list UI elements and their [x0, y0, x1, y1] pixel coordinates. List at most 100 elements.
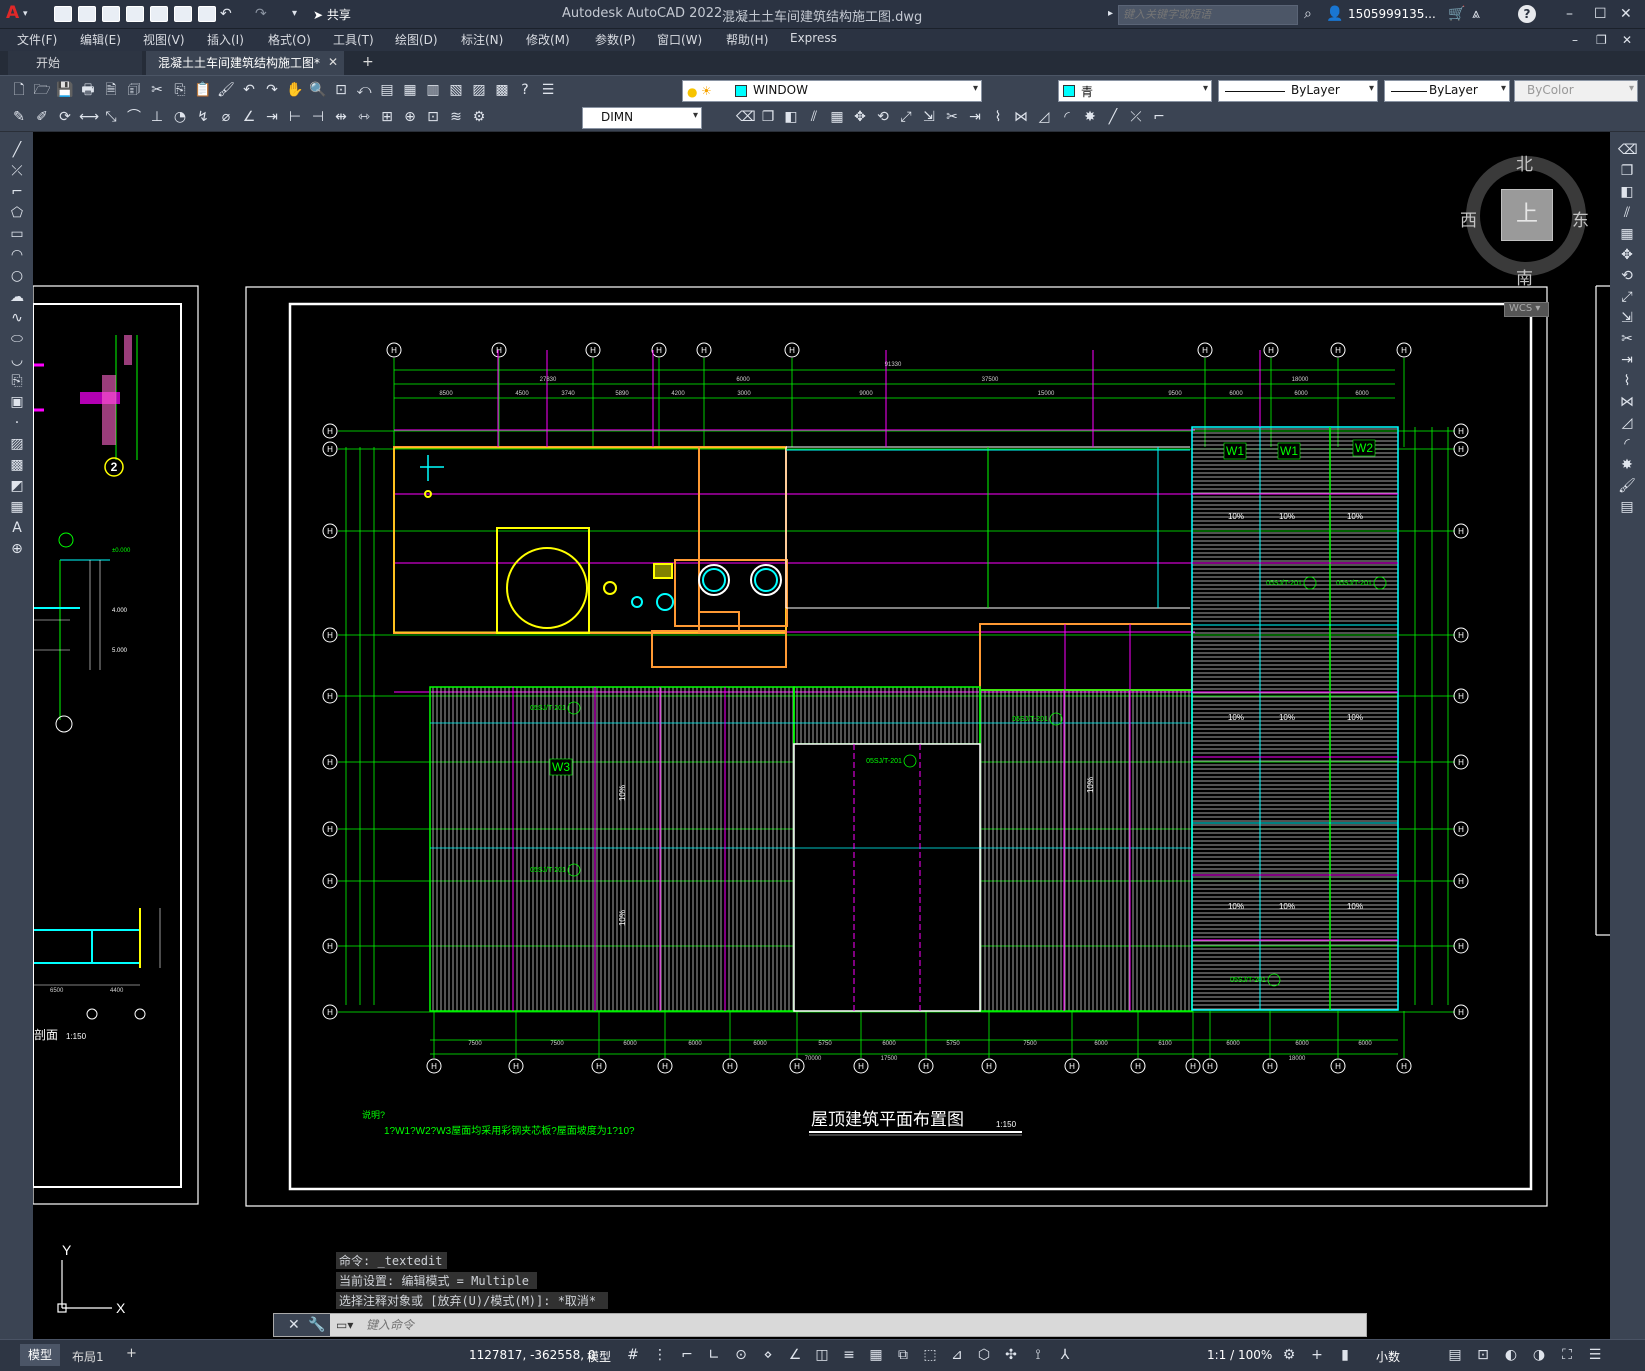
redo-icon[interactable]: ↷: [255, 6, 267, 22]
command-customize-icon[interactable]: 🔧: [308, 1317, 325, 1333]
transparency-icon[interactable]: ▦: [867, 1347, 885, 1363]
line-icon[interactable]: ╱: [8, 142, 26, 158]
dim-baseline-icon[interactable]: ⊢: [286, 109, 304, 125]
insert-icon[interactable]: ⎘: [8, 373, 26, 389]
join-icon[interactable]: ⋈: [1618, 394, 1636, 410]
cut-icon[interactable]: ✂: [148, 82, 166, 98]
design-center-icon[interactable]: ▦: [401, 82, 419, 98]
join-icon[interactable]: ⋈: [1012, 109, 1030, 125]
lineweight-combo[interactable]: ByLayer ▾: [1384, 80, 1510, 102]
autodesk-app-icon[interactable]: ⩓: [1472, 6, 1480, 22]
mirror-icon[interactable]: ◧: [782, 109, 800, 125]
erase-icon[interactable]: ⌫: [1618, 142, 1638, 158]
menu-item[interactable]: 标注(N): [461, 31, 503, 48]
rotate-icon[interactable]: ⟲: [1618, 268, 1636, 284]
ellipse-icon[interactable]: ⬭: [8, 331, 26, 347]
dim-edit-icon[interactable]: ✎: [10, 109, 28, 125]
viewcube-south[interactable]: 南: [1516, 264, 1533, 289]
search-expand-icon[interactable]: ▸: [1108, 6, 1113, 22]
doc-restore-icon[interactable]: ❐: [1596, 32, 1607, 48]
pline-icon[interactable]: ⌐: [1150, 109, 1168, 125]
command-close-icon[interactable]: ✕: [288, 1317, 300, 1333]
gizmo-icon[interactable]: ✣: [1002, 1347, 1020, 1363]
dim-aligned-icon[interactable]: ⤡: [102, 109, 120, 125]
menu-item[interactable]: Express: [790, 31, 837, 45]
addsel-icon[interactable]: ⊕: [8, 541, 26, 557]
dim-continue-icon[interactable]: ⊣: [309, 109, 327, 125]
layer-combo[interactable]: ● ☀ WINDOW ▾: [682, 80, 982, 102]
save-icon[interactable]: 💾: [56, 82, 74, 98]
dyn-ucs-icon[interactable]: ⊿: [948, 1347, 966, 1363]
plotstyle-combo[interactable]: ByColor ▾: [1514, 80, 1638, 102]
annotation-visibility-icon[interactable]: ⟟: [1029, 1347, 1047, 1363]
menu-item[interactable]: 编辑(E): [80, 31, 121, 48]
model-layout-tab[interactable]: 模型: [20, 1344, 60, 1366]
arc-icon[interactable]: ◠: [8, 247, 26, 263]
add-layout-button[interactable]: +: [126, 1346, 137, 1361]
viewcube-east[interactable]: 东: [1572, 206, 1589, 231]
open-icon[interactable]: [78, 6, 96, 22]
dim-quick-icon[interactable]: ⇥: [263, 109, 281, 125]
pline-icon[interactable]: ⌐: [8, 184, 26, 200]
cart-icon[interactable]: 🛒: [1448, 6, 1465, 22]
sheet-set-icon[interactable]: ▧: [447, 82, 465, 98]
save-icon[interactable]: [102, 6, 120, 22]
block-icon[interactable]: ▣: [8, 394, 26, 410]
lock-ui-icon[interactable]: ⊡: [1474, 1347, 1492, 1363]
polar-icon[interactable]: ⊙: [732, 1347, 750, 1363]
scale-icon[interactable]: ⤢: [1618, 289, 1636, 305]
menu-item[interactable]: 文件(F): [17, 31, 57, 48]
drawing-canvas[interactable]: 2 剖面 1:150 6500 4400 ±0.000 4.000 5.000 …: [33, 132, 1610, 1339]
open-icon[interactable]: 🗁: [33, 82, 51, 98]
gradient-icon[interactable]: ▩: [8, 457, 26, 473]
trim-icon[interactable]: ✂: [1618, 331, 1636, 347]
viewcube-top-face[interactable]: 上: [1501, 189, 1553, 241]
paste-icon[interactable]: 📋: [194, 82, 212, 98]
print-icon[interactable]: 🖶: [79, 82, 97, 98]
scale-icon[interactable]: ⤢: [897, 109, 915, 125]
trim-icon[interactable]: ✂: [943, 109, 961, 125]
dim-linear-icon[interactable]: ⟷: [79, 109, 99, 125]
stretch-icon[interactable]: ⇲: [920, 109, 938, 125]
stretch-icon[interactable]: ⇲: [1618, 310, 1636, 326]
minimize-icon[interactable]: –: [1566, 6, 1573, 22]
menu-item[interactable]: 格式(O): [268, 31, 311, 48]
hatch-icon[interactable]: ▨: [8, 436, 26, 452]
tool-palette-icon[interactable]: ▥: [424, 82, 442, 98]
wcs-menu[interactable]: WCS ▾: [1504, 302, 1549, 317]
menu-item[interactable]: 帮助(H): [726, 31, 768, 48]
point-icon[interactable]: ·: [8, 415, 26, 431]
offset-icon[interactable]: ⫽: [1618, 205, 1636, 221]
dim-diameter-icon[interactable]: ⌀: [217, 109, 235, 125]
inspect-icon[interactable]: ⊡: [424, 109, 442, 125]
menu-item[interactable]: 修改(M): [526, 31, 570, 48]
open-web-icon[interactable]: [150, 6, 168, 22]
dimstyle-combo[interactable]: DIMN ▾: [582, 107, 702, 129]
doc-close-icon[interactable]: ✕: [1622, 32, 1632, 48]
copy2-icon[interactable]: ❐: [759, 109, 777, 125]
break-icon[interactable]: ⌇: [1618, 373, 1636, 389]
command-input[interactable]: [366, 1316, 1356, 1334]
circle-icon[interactable]: ○: [8, 268, 26, 284]
rotate-icon[interactable]: ⟲: [874, 109, 892, 125]
qnew-icon[interactable]: 🗋: [10, 82, 28, 98]
lineweight-icon[interactable]: ≡: [840, 1347, 858, 1363]
properties-icon[interactable]: ▤: [1618, 499, 1636, 515]
new-icon[interactable]: [54, 6, 72, 22]
spline-icon[interactable]: ∿: [8, 310, 26, 326]
undo-icon[interactable]: ↶: [240, 82, 258, 98]
maximize-icon[interactable]: ☐: [1594, 6, 1607, 22]
rect-icon[interactable]: ▭: [8, 226, 26, 242]
annotation-scale[interactable]: 1:1 / 100%: [1207, 1348, 1272, 1362]
dim-space-icon[interactable]: ⇹: [332, 109, 350, 125]
viewcube-west[interactable]: 西: [1460, 206, 1477, 231]
xline-icon[interactable]: ⤫: [1127, 109, 1145, 125]
customize-icon[interactable]: ☰: [1586, 1347, 1604, 1363]
search-input[interactable]: [1118, 5, 1298, 25]
jogged-linear-icon[interactable]: ≋: [447, 109, 465, 125]
osnap-track-icon[interactable]: ∠: [786, 1347, 804, 1363]
infer-icon[interactable]: ⌐: [678, 1347, 696, 1363]
clean-screen-icon[interactable]: ⛶: [1558, 1347, 1576, 1363]
break-icon[interactable]: ⌇: [989, 109, 1007, 125]
move-icon[interactable]: ✥: [1618, 247, 1636, 263]
